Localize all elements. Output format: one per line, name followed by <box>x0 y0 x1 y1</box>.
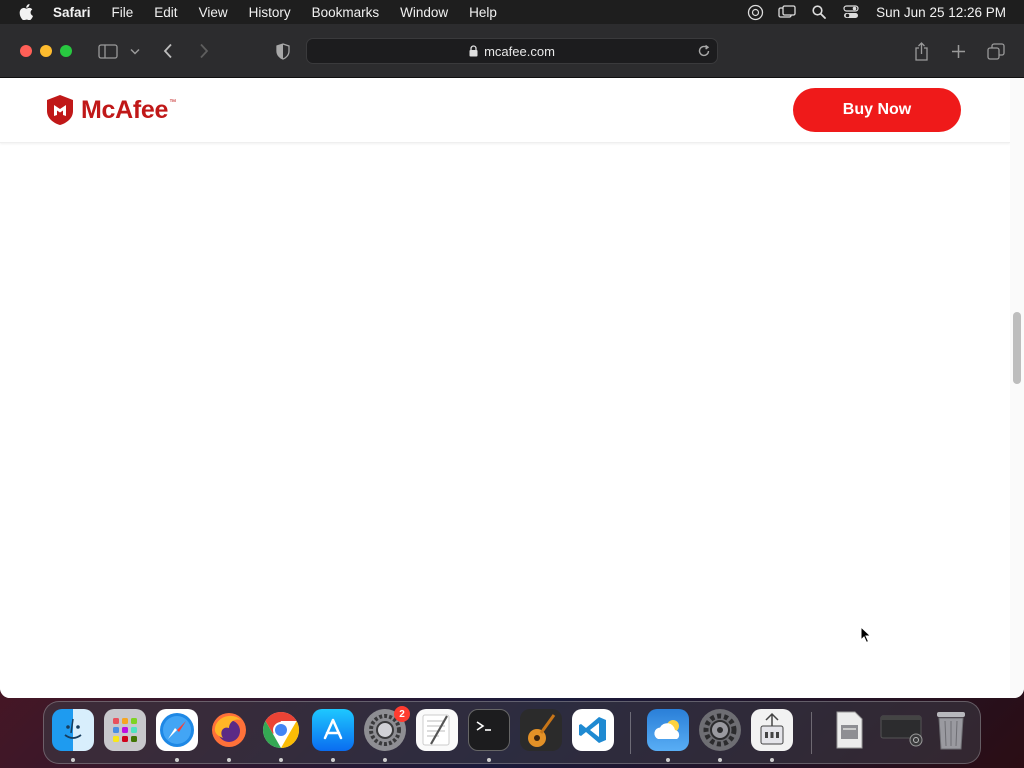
back-button-icon[interactable] <box>160 40 176 62</box>
safari-icon[interactable] <box>156 709 198 751</box>
firefox-icon[interactable] <box>208 709 250 751</box>
dock-separator <box>630 712 631 754</box>
forward-button-icon[interactable] <box>196 40 212 62</box>
address-bar[interactable]: mcafee.com <box>306 38 718 64</box>
site-header: McAfee ™ Buy Now <box>0 78 1010 143</box>
terminal-icon[interactable] <box>468 709 510 751</box>
new-tab-plus-icon[interactable] <box>949 40 967 62</box>
sidebar-toggle-icon[interactable] <box>97 40 119 62</box>
brand-name: McAfee <box>81 95 169 124</box>
lock-icon <box>469 45 478 57</box>
system-preferences-running-dot <box>383 758 387 762</box>
settings-gear-icon[interactable] <box>699 709 741 751</box>
control-center-icon[interactable] <box>842 5 860 19</box>
screenshot-icon[interactable] <box>878 709 926 751</box>
browser-toolbar: mcafee.com <box>0 24 1024 78</box>
page-scrollbar[interactable] <box>1010 78 1024 698</box>
reload-icon[interactable] <box>697 44 711 58</box>
garageband-icon[interactable] <box>520 709 562 751</box>
minimize-window-button[interactable] <box>40 45 52 57</box>
chrome-running-dot <box>279 758 283 762</box>
web-content: McAfee ™ Buy Now <box>0 78 1010 698</box>
tab-overview-icon[interactable] <box>986 40 1006 62</box>
scrollbar-thumb[interactable] <box>1013 312 1021 384</box>
settings-running-dot <box>718 758 722 762</box>
terminal-running-dot <box>487 758 491 762</box>
spotlight-search-icon[interactable] <box>810 5 828 19</box>
buy-now-button[interactable]: Buy Now <box>793 88 961 132</box>
menu-window[interactable]: Window <box>400 5 448 20</box>
archive-utility-running-dot <box>770 758 774 762</box>
screen-time-icon[interactable] <box>746 4 764 20</box>
dock-separator-2 <box>811 712 812 754</box>
menu-bar: Safari File Edit View History Bookmarks … <box>0 0 1024 24</box>
menu-help[interactable]: Help <box>469 5 497 20</box>
textedit-icon[interactable] <box>416 709 458 751</box>
notification-badge: 2 <box>394 706 410 722</box>
system-preferences-icon[interactable]: 2 <box>364 706 410 751</box>
app-store-icon[interactable] <box>312 709 354 751</box>
menu-bookmarks[interactable]: Bookmarks <box>312 5 380 20</box>
chevron-down-icon[interactable] <box>129 40 141 62</box>
launchpad-icon[interactable] <box>104 709 146 751</box>
archive-utility-icon[interactable] <box>751 709 793 751</box>
menu-file[interactable]: File <box>112 5 134 20</box>
privacy-shield-icon[interactable] <box>274 40 292 62</box>
preview-document-icon[interactable] <box>828 709 870 751</box>
browser-window: mcafee.com McAfee ™ Buy Now <box>0 24 1024 698</box>
screen-mirroring-icon[interactable] <box>778 5 796 19</box>
safari-running-dot <box>175 758 179 762</box>
menu-clock[interactable]: Sun Jun 25 12:26 PM <box>876 5 1006 20</box>
dock: 2 <box>43 701 981 764</box>
mcafee-shield-icon <box>47 95 73 125</box>
firefox-running-dot <box>227 758 231 762</box>
vscode-icon[interactable] <box>572 709 614 751</box>
mouse-cursor-icon <box>860 626 872 644</box>
chrome-icon[interactable] <box>260 709 302 751</box>
finder-running-dot <box>71 758 75 762</box>
trash-icon[interactable] <box>930 709 972 751</box>
menu-view[interactable]: View <box>199 5 228 20</box>
weather-icon[interactable] <box>647 709 689 751</box>
app-store-running-dot <box>331 758 335 762</box>
share-icon[interactable] <box>912 40 930 62</box>
menu-history[interactable]: History <box>249 5 291 20</box>
close-window-button[interactable] <box>20 45 32 57</box>
mcafee-logo[interactable]: McAfee ™ <box>47 95 176 125</box>
apple-menu-icon[interactable] <box>19 4 33 20</box>
finder-icon[interactable] <box>52 709 94 751</box>
menu-app-name[interactable]: Safari <box>53 5 91 20</box>
weather-running-dot <box>666 758 670 762</box>
address-url: mcafee.com <box>484 43 555 59</box>
trademark: ™ <box>169 99 177 106</box>
zoom-window-button[interactable] <box>60 45 72 57</box>
menu-edit[interactable]: Edit <box>154 5 177 20</box>
